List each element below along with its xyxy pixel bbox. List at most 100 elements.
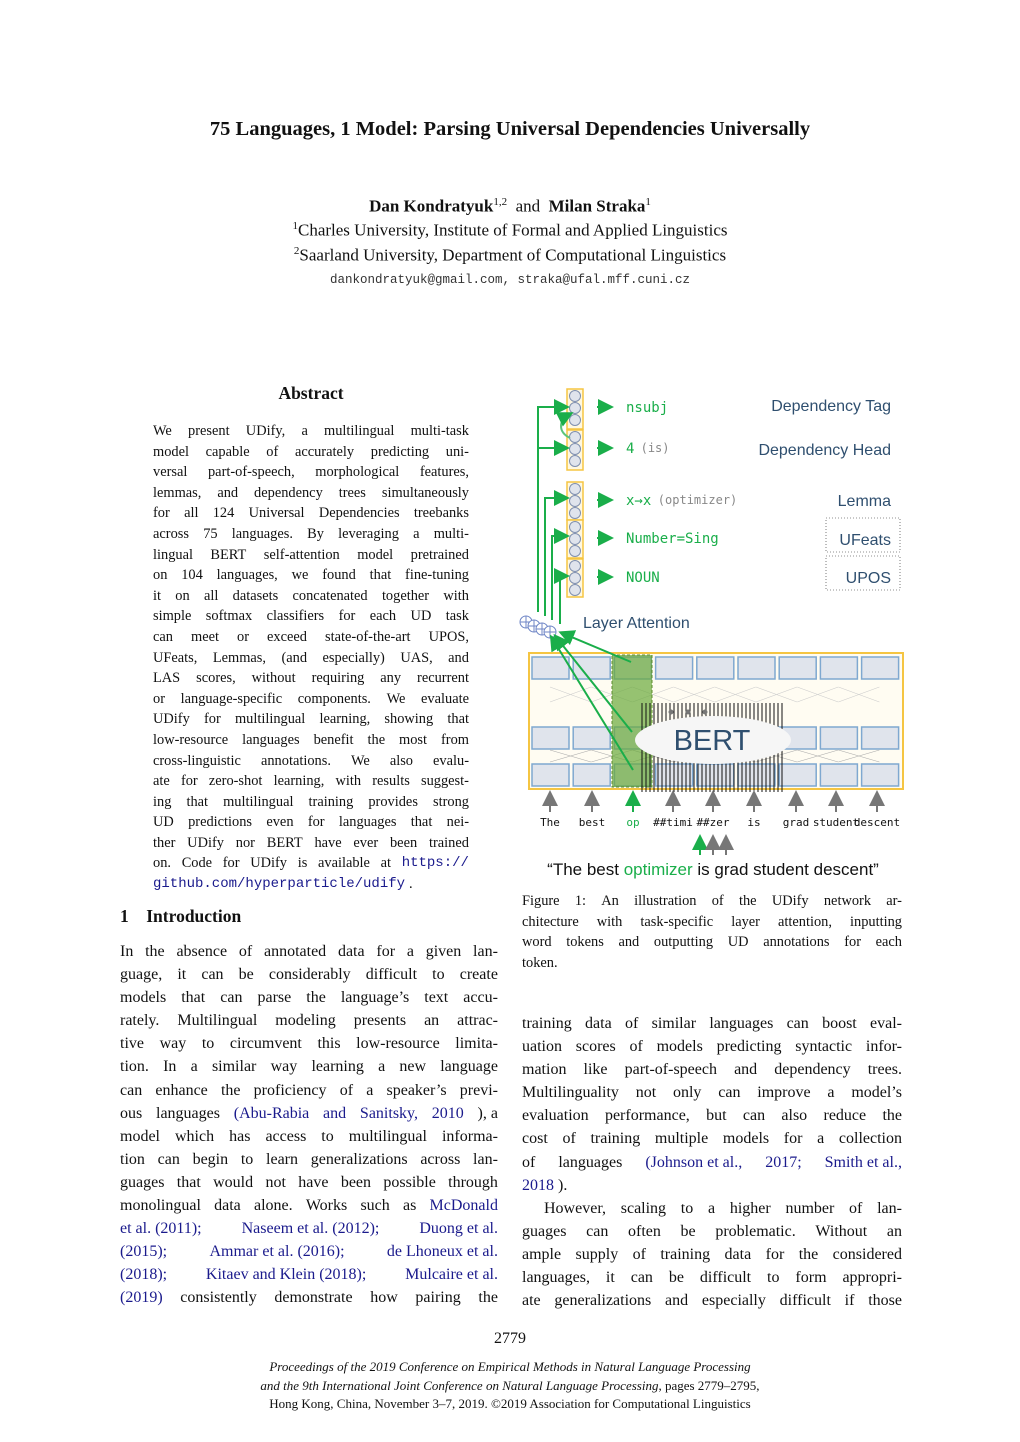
neuron-circle <box>569 390 581 402</box>
text-line: of languages (Johnson et al., 2017; Smith et… <box>522 1151 902 1174</box>
bert-layer-cell <box>531 656 570 680</box>
wordpiece-token: ##zer <box>696 816 729 829</box>
text-line: et al. (2011); Naseem et al. (2012); Duong… <box>120 1217 498 1240</box>
neuron-circle <box>569 533 581 545</box>
citation-link[interactable]: (Johnson et al., <box>645 1151 742 1174</box>
text-line: rately. Multilingual modeling presents an att… <box>120 1012 498 1030</box>
footer-pages: , pages 2779–2795, <box>658 1377 760 1393</box>
neuron-circle <box>569 431 581 443</box>
task-label: Lemma <box>838 493 891 510</box>
text-line: monolingual data alone. Works such as McDonald <box>120 1194 498 1217</box>
citation-link[interactable]: Ammar et al. (2016); <box>209 1240 344 1263</box>
text-line: 2018). <box>522 1174 902 1197</box>
attention-route-line <box>554 568 570 624</box>
abstract-line: ate for zero-shot learning, with results sugge… <box>153 773 469 790</box>
paper-title: 75 Languages, 1 Model: Parsing Universal… <box>209 118 811 140</box>
citation-link[interactable]: Kitaev and Klein (2018); <box>206 1263 366 1286</box>
author-name: Dan Kondratyuk <box>369 196 494 216</box>
authors-and: and <box>515 196 541 216</box>
footer-line-2: and the 9th International Joint Conferen… <box>260 1377 659 1393</box>
citation-link[interactable]: Smith et al., <box>825 1151 902 1174</box>
abstract-line: or language-specific components. We evaluate <box>153 690 469 707</box>
text-line: guages that would not have been possible throug… <box>120 1173 498 1191</box>
text: pairing <box>415 1289 461 1307</box>
citation-link[interactable]: de Lhoneux et al. <box>387 1240 498 1263</box>
citation-link[interactable]: Sanitsky, <box>360 1102 418 1125</box>
text-line: on. Code for UDify is available at https:// <box>153 853 469 874</box>
abstract-line: on 104 languages, we found that fine-tuning <box>153 567 469 584</box>
author-name: Milan Straka <box>548 196 646 216</box>
proceedings-footer: Proceedings of the 2019 Conference on Em… <box>0 1358 1020 1414</box>
bert-layer-cell <box>531 763 570 787</box>
abstract-line: lingual BERT self-attention model pretrained <box>153 546 469 563</box>
neuron-circle <box>569 483 581 495</box>
section-number: 1 <box>120 906 129 926</box>
citation-link[interactable]: (2019) <box>120 1286 163 1309</box>
text-line: model which has access to multilingual informa… <box>120 1127 498 1145</box>
text: ), a <box>477 1104 498 1122</box>
abstract-line: across 75 languages. By leveraging a multi- <box>153 525 469 542</box>
author-emails[interactable]: dankondratyuk@gmail.com, straka@ufal.mff… <box>0 273 1020 287</box>
citation-link[interactable]: Mulcaire et al. <box>405 1263 498 1286</box>
wordpiece-token: op <box>626 816 639 829</box>
citation-link[interactable]: 2010 <box>432 1102 464 1125</box>
abstract-line: UDify for multilingual learning, showing that <box>153 711 469 728</box>
caption-line: word tokens and outputting UD annotations for e… <box>522 934 902 951</box>
text-line: training data of similar languages can boost ev… <box>522 1015 902 1032</box>
text-line: (2019) consistently demonstrate how pairing t… <box>120 1286 498 1309</box>
citation-link[interactable]: 2017; <box>765 1151 801 1174</box>
output-value: 4 <box>626 441 634 457</box>
task-label: UFeats <box>839 532 891 549</box>
text: UDify <box>250 855 288 872</box>
text-line: evaluation performance, but can also reduce th… <box>522 1107 902 1125</box>
text: Works <box>305 1197 348 1215</box>
task-label: Dependency Head <box>758 442 891 459</box>
text-line: ample supply of training data for the considere… <box>522 1245 902 1263</box>
citation-link[interactable]: (2015); <box>120 1240 167 1263</box>
text-line: (2018); Kitaev and Klein (2018); Mulcaire … <box>120 1263 498 1286</box>
text: as <box>403 1197 417 1215</box>
bert-layer-cell <box>819 656 859 680</box>
udify-architecture-figure: nsubj 4 (is) x→x (optimizer) Number=Sing NOUN D… <box>519 388 904 879</box>
wordpiece-token: is <box>747 816 760 829</box>
neuron-circle <box>569 521 581 533</box>
footer-line-3: Hong Kong, China, November 3–7, 2019. ©2… <box>269 1396 751 1411</box>
citation-link[interactable]: (2018); <box>120 1263 167 1286</box>
abstract-line: LAS scores, without requiring any recurrent <box>153 670 469 687</box>
layer-attention-label: Layer Attention <box>583 615 690 632</box>
text-line: tion can begin to learn generalizations across… <box>120 1150 498 1168</box>
affiliation-text: Saarland University, Department of Compu… <box>299 245 727 265</box>
task-label: Dependency Tag <box>771 398 891 415</box>
citation-link[interactable]: Naseem et al. (2012); <box>242 1217 380 1240</box>
intro-left-column: In the absence of annotated data for a given lan-… <box>120 940 498 1310</box>
text-line: cost of training multiple models for a collecti… <box>522 1130 902 1148</box>
code-link[interactable]: https:// <box>402 853 469 874</box>
neuron-circle <box>569 495 581 507</box>
figure-caption: Figure 1: An illustration of the UDify network a… <box>522 891 902 973</box>
abstract-line: lemmas, and dependency trees simultaneously <box>153 484 469 501</box>
citation-link[interactable]: McDonald <box>430 1194 498 1217</box>
bert-label: BERT <box>674 725 751 757</box>
caption-line: chitecture with task-specific layer attentio… <box>522 913 902 930</box>
abstract-heading: Abstract <box>278 383 344 403</box>
text: languages <box>156 1104 220 1122</box>
bert-layer-cell <box>572 763 611 787</box>
text-line: Multilinguality not only can improve a model’s <box>522 1084 902 1102</box>
output-value: x→x <box>626 493 651 509</box>
citation-link[interactable]: Duong et al. <box>419 1217 498 1240</box>
wordpiece-token: The <box>540 816 560 829</box>
citation-link[interactable]: (Abu-Rabia <box>234 1102 310 1125</box>
citation-link[interactable]: et al. (2011); <box>120 1217 202 1240</box>
text: the <box>478 1289 498 1307</box>
text-line: languages, it can be difficult to form appropri… <box>522 1269 902 1287</box>
citation-link[interactable]: 2018 <box>522 1174 554 1197</box>
wordpiece-token: best <box>579 816 606 829</box>
output-note: (is) <box>641 441 670 455</box>
text-line: tive way to circumvent this low-resource limit… <box>120 1035 498 1053</box>
text: . <box>409 876 413 893</box>
neuron-circle <box>569 545 581 557</box>
code-link[interactable]: github.com/hyperparticle/udify <box>153 874 405 895</box>
citation-link[interactable]: and <box>323 1102 346 1125</box>
bert-layer-cell <box>654 656 694 680</box>
bert-layer-cell <box>778 656 817 680</box>
